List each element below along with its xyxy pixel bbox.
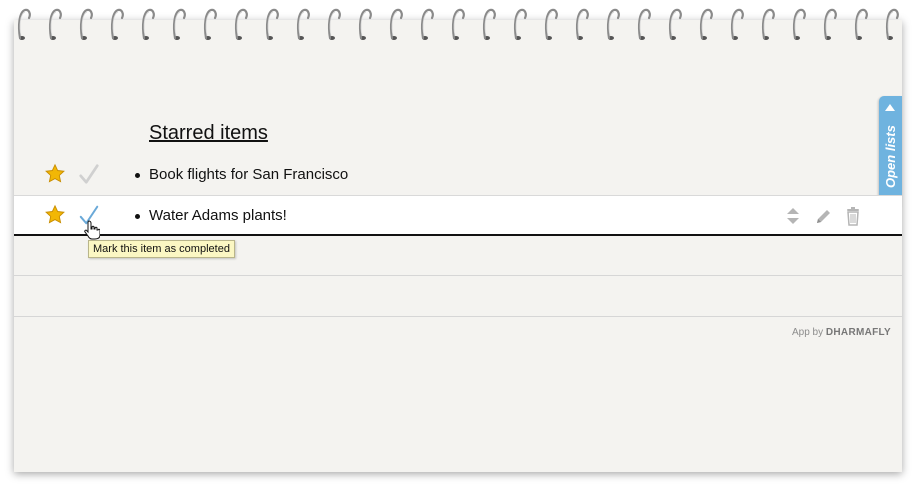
- pencil-edit-icon[interactable]: [814, 206, 832, 226]
- app-credit[interactable]: App by DHARMAFLY: [792, 327, 891, 338]
- list-title: Starred items: [149, 122, 268, 144]
- trash-icon[interactable]: [844, 206, 862, 226]
- hand-cursor-icon: [84, 220, 100, 240]
- item-text: Book flights for San Francisco: [149, 166, 349, 183]
- ruled-line: [14, 316, 902, 317]
- list-item[interactable]: Water Adams plants!: [14, 196, 902, 236]
- credit-brand[interactable]: DHARMAFLY: [826, 327, 891, 338]
- list-item[interactable]: Book flights for San Francisco: [14, 155, 902, 196]
- credit-prefix: App by: [791, 327, 824, 338]
- star-icon[interactable]: [44, 163, 66, 185]
- ruled-line: [14, 275, 902, 276]
- star-icon[interactable]: [44, 204, 66, 226]
- bullet-dot: [135, 173, 140, 178]
- item-tools: [784, 206, 864, 226]
- tooltip: Mark this item as completed: [88, 240, 235, 258]
- triangle-up-icon: [885, 104, 895, 111]
- reorder-arrows-icon[interactable]: [784, 206, 802, 226]
- bullet-dot: [135, 214, 140, 219]
- checkmark-icon[interactable]: [78, 162, 100, 186]
- item-text: Water Adams plants!: [149, 207, 287, 224]
